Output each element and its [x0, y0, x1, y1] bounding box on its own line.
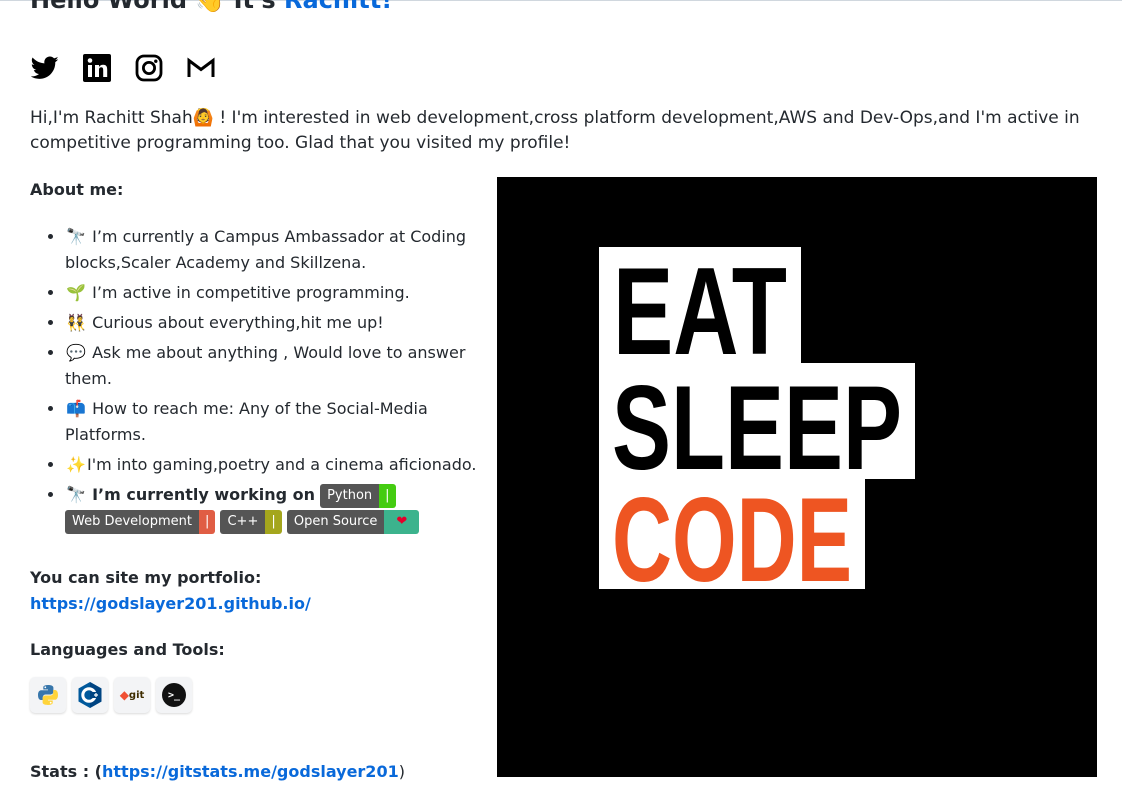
languages-heading: Languages and Tools:: [30, 640, 225, 659]
list-item-text: How to reach me: Any of the Social-Media…: [65, 399, 428, 444]
social-links: [30, 54, 216, 82]
list-item-text: I’m active in competitive programming.: [92, 283, 410, 302]
name-link[interactable]: Rachitt!: [284, 0, 392, 14]
list-item-text: I'm into gaming,poetry and a cinema afic…: [87, 455, 477, 474]
web-development-badge[interactable]: Web Development |: [65, 509, 216, 534]
badge-label: Open Source: [286, 509, 385, 534]
about-list: 🔭 I’m currently a Campus Ambassador at C…: [30, 224, 505, 538]
telescope-emoji: 🔭: [66, 227, 86, 246]
people-emoji: 👯: [66, 313, 86, 332]
twitter-icon[interactable]: [30, 54, 60, 82]
instagram-icon[interactable]: [134, 54, 164, 82]
list-item-text: I’m currently a Campus Ambassador at Cod…: [65, 227, 467, 272]
wave-emoji: 👋: [195, 0, 226, 14]
list-item: ✨I'm into gaming,poetry and a cinema afi…: [65, 452, 505, 478]
speech-bubble-emoji: 💬: [66, 343, 86, 362]
working-on-text: I’m currently working on: [92, 485, 315, 504]
open-source-badge[interactable]: Open Source ❤: [286, 509, 420, 534]
intro-text-start: Hi,I'm Rachitt Shah: [30, 108, 193, 128]
stats-line: Stats : (https://gitstats.me/godslayer20…: [30, 762, 405, 781]
badge-value: |: [199, 509, 216, 534]
badge-label: Python: [320, 483, 380, 508]
cplusplus-badge[interactable]: C++ |: [220, 509, 282, 534]
seedling-emoji: 🌱: [66, 283, 86, 302]
cplusplus-icon[interactable]: [72, 677, 108, 713]
stats-label: Stats : (: [30, 762, 102, 781]
about-heading: About me:: [30, 180, 124, 199]
working-on-item: 🔭 I’m currently working on Python| Web D…: [65, 482, 505, 534]
portfolio-heading: You can site my portfolio:: [30, 568, 262, 587]
its-text: It's: [233, 0, 276, 14]
list-item-text: Curious about everything,hit me up!: [92, 313, 384, 332]
git-text: git: [128, 689, 145, 701]
gmail-icon[interactable]: [186, 54, 216, 82]
terminal-icon[interactable]: >_: [156, 677, 192, 713]
badge-value: |: [379, 483, 396, 508]
profile-heading: Hello World 👋 It's Rachitt!: [30, 0, 392, 14]
eat-sleep-code-banner: EAT SLEEP CODE: [497, 177, 1097, 777]
list-item: 📫 How to reach me: Any of the Social-Med…: [65, 396, 505, 448]
list-item: 🌱 I’m active in competitive programming.: [65, 280, 505, 306]
sparkles-emoji: ✨: [66, 455, 86, 474]
terminal-text: >_: [162, 683, 186, 707]
greeting-text: Hello World: [30, 0, 188, 14]
telescope-emoji: 🔭: [66, 485, 86, 504]
python-icon[interactable]: [30, 677, 66, 713]
list-item: 💬 Ask me about anything , Would love to …: [65, 340, 505, 392]
list-item: 👯 Curious about everything,hit me up!: [65, 310, 505, 336]
badge-label: Web Development: [65, 509, 199, 534]
linkedin-icon[interactable]: [82, 54, 112, 82]
list-item-text: Ask me about anything , Would love to an…: [65, 343, 466, 388]
mailbox-emoji: 📫: [66, 399, 86, 418]
banner-word-code: CODE: [612, 473, 852, 607]
git-icon[interactable]: ◆ git: [114, 677, 150, 713]
portfolio-link[interactable]: https://godslayer201.github.io/: [30, 594, 311, 613]
python-badge[interactable]: Python |: [320, 483, 396, 508]
stats-link[interactable]: https://gitstats.me/godslayer201: [102, 762, 399, 781]
intro-paragraph: Hi,I'm Rachitt Shah🙆 ! I'm interested in…: [30, 106, 1094, 156]
stats-close-paren: ): [398, 762, 405, 781]
person-emoji: 🙆: [192, 108, 214, 128]
badge-value: |: [265, 509, 282, 534]
list-item: 🔭 I’m currently a Campus Ambassador at C…: [65, 224, 505, 276]
heart-icon: ❤: [384, 509, 420, 534]
badge-label: C++: [220, 509, 266, 534]
tools-row: ◆ git >_: [30, 677, 192, 713]
